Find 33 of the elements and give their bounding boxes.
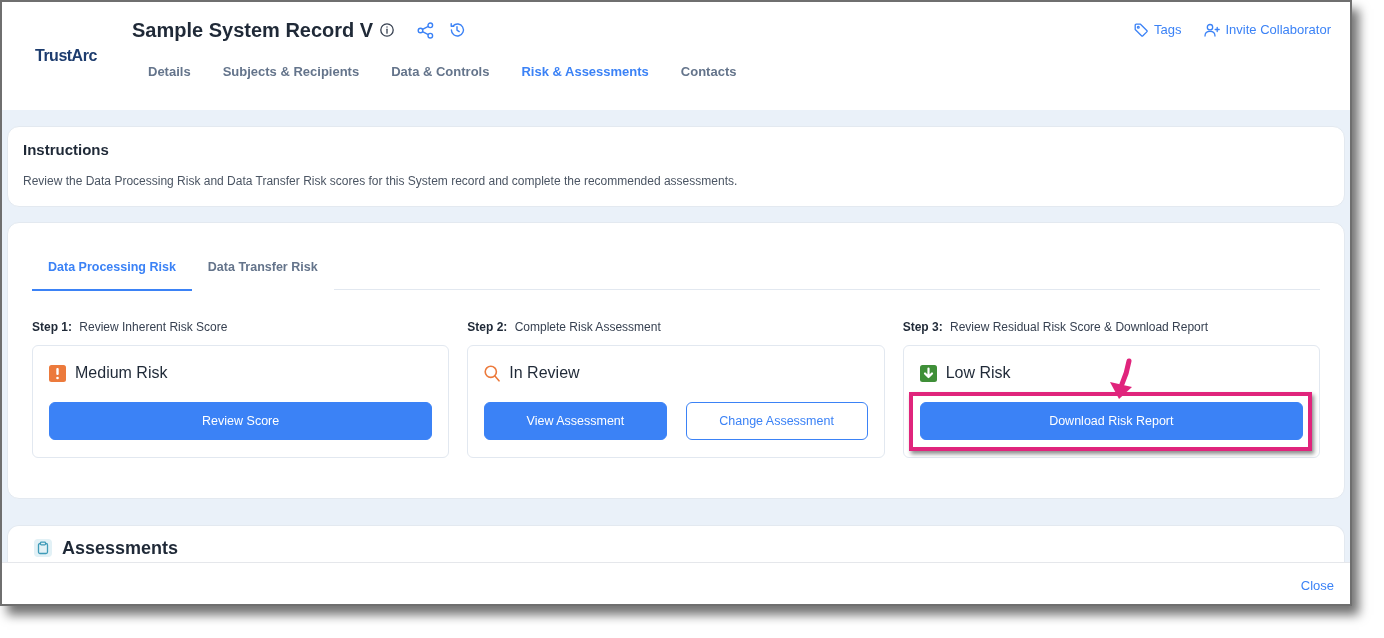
status-label: Medium Risk <box>75 363 168 383</box>
risk-tab[interactable]: Data Transfer Risk <box>191 245 334 291</box>
close-button[interactable]: Close <box>1300 577 1334 594</box>
action-button[interactable]: Change Assessment <box>685 402 868 440</box>
action-button[interactable]: Review Score <box>49 402 433 440</box>
user-plus-icon <box>1203 23 1220 37</box>
instructions-text: Review the Data Processing Risk and Data Transfer Risk scores for this System record and complete the recommended assessments. <box>23 173 739 189</box>
tags-link[interactable]: Tags <box>1134 20 1182 40</box>
tag-icon <box>1134 23 1149 37</box>
nav-tab[interactable]: Contacts <box>680 62 737 82</box>
share-icon[interactable] <box>417 21 435 39</box>
nav-tab[interactable]: Subjects & Recipients <box>222 62 360 82</box>
action-button[interactable]: View Assessment <box>484 402 667 440</box>
invite-link[interactable]: Invite Collaborator <box>1203 20 1331 40</box>
exclamation-icon <box>49 364 66 382</box>
info-icon[interactable] <box>380 23 395 37</box>
search-icon <box>484 364 501 382</box>
step-label: Step 1: Review Inherent Risk Score <box>32 319 229 335</box>
step-label: Step 3: Review Residual Risk Score & Download Report <box>902 319 1210 335</box>
section-title: Instructions <box>23 140 110 160</box>
clipboard-icon <box>34 539 52 557</box>
section-title: Assessments <box>62 537 179 559</box>
risk-tab[interactable]: Data Processing Risk <box>32 245 192 291</box>
history-icon[interactable] <box>449 22 466 38</box>
step-label: Step 2: Complete Risk Assessment <box>467 319 662 335</box>
window-title: Sample System Record V <box>132 18 374 43</box>
logo: TrustArc <box>35 46 97 66</box>
nav-tab[interactable]: Data & Controls <box>391 62 490 82</box>
status-label: Low Risk <box>945 363 1011 383</box>
nav-tab[interactable]: Details <box>148 62 191 82</box>
nav-tab[interactable]: Risk & Assessments <box>521 62 649 82</box>
status-label: In Review <box>509 363 580 383</box>
action-button[interactable]: Download Risk Report <box>919 402 1303 440</box>
